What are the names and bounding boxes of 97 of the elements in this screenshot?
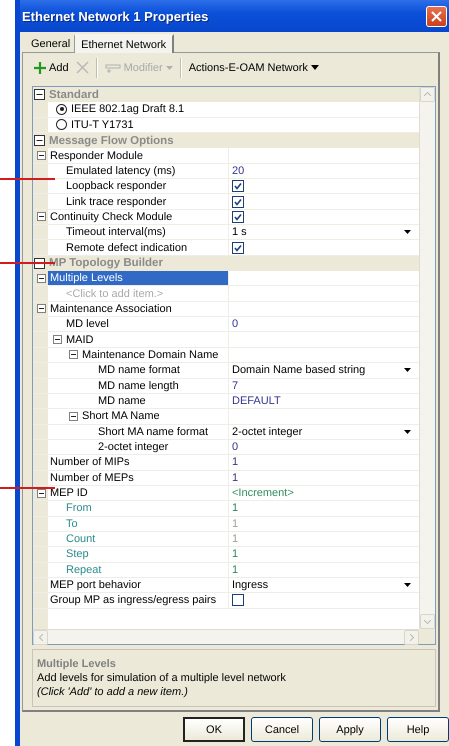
property-value: 1 [232,548,238,560]
category-title: Standard [49,88,99,101]
dialog-button[interactable]: Help [387,717,449,742]
checkbox[interactable] [232,196,244,208]
property-label[interactable]: MD name [96,394,228,408]
property-label[interactable]: Group MP as ingress/egress pairs [48,593,228,608]
checkbox[interactable] [232,242,244,254]
caret-icon [310,65,319,70]
collapse-icon[interactable] [37,274,46,283]
dropdown-field[interactable]: Domain Name based string [232,363,411,378]
property-value: 1 [232,472,238,484]
leader-line [0,178,55,180]
close-icon [76,61,89,74]
caret-icon [404,368,411,372]
caret-icon [404,430,411,434]
add-button[interactable]: Add [32,60,71,76]
property-label[interactable]: 2-octet integer [96,440,228,454]
plus-icon [34,62,46,74]
property-label[interactable]: MD name length [96,378,228,393]
checkbox[interactable] [232,180,244,192]
property-label[interactable]: Short MA Name [80,409,228,424]
category-title: Message Flow Options [49,134,174,147]
collapse-icon[interactable] [53,335,62,344]
leader-line [0,487,55,489]
property-value: 0 [232,318,238,330]
property-label[interactable]: Loopback responder [64,179,228,194]
collapse-icon[interactable] [37,488,46,498]
property-value: 1 [232,533,238,546]
chevron-down-icon [424,620,431,624]
modifier-icon [104,62,121,74]
property-value: 1 [232,518,238,530]
caret-icon [404,230,411,234]
property-label[interactable]: MAID [64,332,228,347]
property-label[interactable]: Maintenance Domain Name [80,348,228,362]
property-label[interactable]: Count [64,532,228,546]
property-label[interactable]: Number of MEPs [48,470,228,485]
checkbox[interactable] [232,210,244,223]
property-label[interactable]: Number of MIPs [48,455,228,470]
description-title: Multiple Levels [37,658,117,670]
property-label[interactable]: MEP port behavior [48,578,228,592]
property-label[interactable]: Short MA name format [96,424,228,439]
property-label[interactable]: Responder Module [48,148,228,163]
property-label[interactable]: Link trace responder [64,194,228,209]
property-label[interactable]: Remote defect indication [64,240,228,255]
scrollbar-corner [419,629,435,644]
property-label[interactable]: To [64,516,228,531]
property-label[interactable]: Emulated latency (ms) [64,164,228,178]
radio-label[interactable]: IEEE 802.1ag Draft 8.1 [71,103,184,116]
close-icon [431,10,442,22]
tab[interactable]: Ethernet Network [74,34,174,53]
property-label[interactable]: Timeout interval(ms) [64,225,228,240]
collapse-icon[interactable] [69,412,78,421]
property-label[interactable]: Step [64,547,228,562]
dropdown-field[interactable]: 2-octet integer [232,424,411,439]
caret-icon [404,583,411,588]
chevron-right-icon [410,634,414,642]
collapse-icon[interactable] [34,135,45,146]
description-hint: (Click 'Add' to add a new item.) [37,686,189,698]
radio-label[interactable]: ITU-T Y1731 [71,118,134,131]
dropdown-field[interactable]: Ingress [232,578,411,592]
close-button[interactable] [426,6,447,26]
property-label[interactable]: Multiple Levels [48,271,228,286]
dialog-button[interactable]: OK [183,717,245,742]
property-label[interactable]: MEP ID [48,486,228,500]
collapse-icon[interactable] [69,350,78,360]
chevron-left-icon [38,634,42,642]
actions-menu-button[interactable]: Actions-E-OAM Network [186,60,321,76]
property-label[interactable]: Repeat [64,562,228,577]
property-value: <Increment> [232,487,294,500]
property-value: DEFAULT [232,395,281,408]
property-label[interactable]: MD name format [96,363,228,378]
dialog-button[interactable]: Apply [319,717,381,742]
property-value: 1 [232,502,238,514]
dialog-button[interactable]: Cancel [251,717,313,742]
property-value: 0 [232,441,238,454]
property-label[interactable]: From [64,501,228,516]
leader-line [0,262,55,264]
collapse-icon[interactable] [37,212,46,222]
property-value: 20 [232,164,244,177]
radio-button[interactable] [56,119,67,130]
description-text: Add levels for simulation of a multiple level network [37,672,287,684]
collapse-icon[interactable] [37,151,46,160]
caret-icon [166,66,173,70]
property-value: 1 [232,564,238,576]
property-value: 1 [232,456,238,468]
property-label[interactable]: Continuity Check Module [48,210,228,224]
tab[interactable]: General [27,36,74,52]
collapse-icon[interactable] [37,304,46,314]
dropdown-field[interactable]: 1 s [232,225,411,240]
window-title: Ethernet Network 1 Properties [21,8,210,24]
collapse-icon[interactable] [34,89,45,100]
property-value: 7 [232,380,238,392]
chevron-up-icon [424,92,431,96]
property-label[interactable]: MD level [64,317,228,332]
checkbox[interactable] [232,594,244,606]
property-label[interactable]: Maintenance Association [48,302,228,316]
radio-button[interactable] [56,104,67,115]
